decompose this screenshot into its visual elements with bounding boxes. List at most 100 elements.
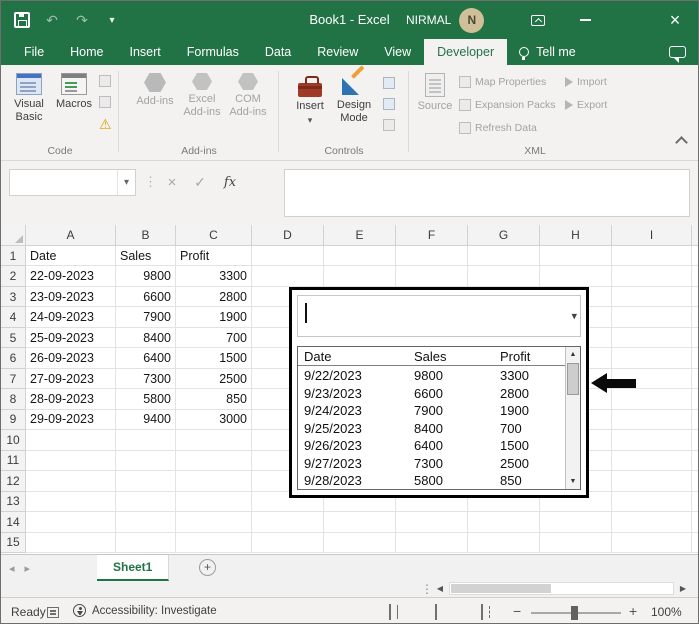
cell-C8[interactable]: 850 bbox=[176, 389, 252, 409]
scroll-left-button[interactable]: ◀ bbox=[433, 582, 447, 596]
cell-A4[interactable]: 24-09-2023 bbox=[26, 307, 116, 327]
cell-B5[interactable]: 8400 bbox=[116, 328, 176, 348]
row-header-3[interactable]: 3 bbox=[1, 287, 26, 307]
scrollbar-splitter[interactable]: ⋮ bbox=[421, 582, 433, 596]
cell-C10[interactable] bbox=[176, 430, 252, 450]
column-header-A[interactable]: A bbox=[26, 225, 116, 246]
cell-I2[interactable] bbox=[612, 266, 692, 286]
cell-B4[interactable]: 7900 bbox=[116, 307, 176, 327]
cell-H2[interactable] bbox=[540, 266, 612, 286]
cell-I1[interactable] bbox=[612, 246, 692, 266]
cell-B6[interactable]: 6400 bbox=[116, 348, 176, 368]
column-header-F[interactable]: F bbox=[396, 225, 468, 246]
cell-F15[interactable] bbox=[396, 533, 468, 553]
cell-I12[interactable] bbox=[612, 471, 692, 491]
column-header-I[interactable]: I bbox=[612, 225, 692, 246]
tab-home[interactable]: Home bbox=[57, 39, 116, 65]
enter-button[interactable]: ✓ bbox=[187, 169, 213, 196]
cell-A2[interactable]: 22-09-2023 bbox=[26, 266, 116, 286]
scroll-down-button[interactable]: ▼ bbox=[566, 474, 580, 489]
listbox-row[interactable]: 9/23/202366002800 bbox=[298, 385, 565, 403]
map-properties-button[interactable]: Map Properties bbox=[459, 73, 546, 91]
cell-I6[interactable] bbox=[612, 348, 692, 368]
row-header-6[interactable]: 6 bbox=[1, 348, 26, 368]
excel-add-ins-button[interactable]: Excel Add-ins bbox=[179, 69, 225, 149]
refresh-data-button[interactable]: Refresh Data bbox=[459, 119, 537, 137]
page-layout-view-button[interactable] bbox=[435, 605, 437, 619]
name-box-dropdown-icon[interactable]: ▾ bbox=[117, 170, 135, 195]
page-break-view-button[interactable] bbox=[481, 605, 483, 619]
cell-G15[interactable] bbox=[468, 533, 540, 553]
cell-C5[interactable]: 700 bbox=[176, 328, 252, 348]
cell-G1[interactable] bbox=[468, 246, 540, 266]
row-header-10[interactable]: 10 bbox=[1, 430, 26, 450]
run-dialog-icon[interactable] bbox=[383, 119, 395, 131]
name-box[interactable]: ▾ bbox=[9, 169, 136, 196]
zoom-level[interactable]: 100% bbox=[651, 605, 682, 619]
cell-H15[interactable] bbox=[540, 533, 612, 553]
cell-B13[interactable] bbox=[116, 492, 176, 512]
cell-I14[interactable] bbox=[612, 512, 692, 532]
cell-I10[interactable] bbox=[612, 430, 692, 450]
cell-A11[interactable] bbox=[26, 451, 116, 471]
zoom-in-button[interactable]: + bbox=[629, 603, 637, 619]
add-ins-button[interactable]: Add-ins bbox=[133, 69, 177, 149]
macros-button[interactable]: Macros bbox=[53, 69, 95, 149]
com-add-ins-button[interactable]: COM Add-ins bbox=[225, 69, 271, 149]
row-header-9[interactable]: 9 bbox=[1, 410, 26, 430]
ribbon-display-options-button[interactable] bbox=[522, 1, 554, 39]
cell-A12[interactable] bbox=[26, 471, 116, 491]
cell-E14[interactable] bbox=[324, 512, 396, 532]
cell-G14[interactable] bbox=[468, 512, 540, 532]
row-header-2[interactable]: 2 bbox=[1, 266, 26, 286]
cell-B14[interactable] bbox=[116, 512, 176, 532]
cell-A15[interactable] bbox=[26, 533, 116, 553]
tab-developer[interactable]: Developer bbox=[424, 39, 507, 65]
cancel-button[interactable]: × bbox=[159, 169, 185, 196]
cell-B8[interactable]: 5800 bbox=[116, 389, 176, 409]
cell-E1[interactable] bbox=[324, 246, 396, 266]
listbox-row[interactable]: 9/26/202364001500 bbox=[298, 437, 565, 455]
listbox-row[interactable]: 9/24/202379001900 bbox=[298, 402, 565, 420]
cell-C12[interactable] bbox=[176, 471, 252, 491]
cell-G2[interactable] bbox=[468, 266, 540, 286]
cell-A7[interactable]: 27-09-2023 bbox=[26, 369, 116, 389]
accessibility-checker[interactable]: Accessibility: Investigate bbox=[73, 604, 217, 617]
cell-C15[interactable] bbox=[176, 533, 252, 553]
cell-I15[interactable] bbox=[612, 533, 692, 553]
cell-H1[interactable] bbox=[540, 246, 612, 266]
scrollbar-thumb[interactable] bbox=[567, 363, 579, 395]
row-header-15[interactable]: 15 bbox=[1, 533, 26, 553]
cell-I9[interactable] bbox=[612, 410, 692, 430]
import-button[interactable]: Import bbox=[565, 73, 607, 91]
cell-B3[interactable]: 6600 bbox=[116, 287, 176, 307]
record-macro-status-icon[interactable] bbox=[47, 607, 59, 618]
formula-input[interactable] bbox=[284, 169, 690, 217]
cell-D2[interactable] bbox=[252, 266, 324, 286]
cell-I4[interactable] bbox=[612, 307, 692, 327]
close-button[interactable]: × bbox=[652, 1, 698, 39]
export-button[interactable]: Export bbox=[565, 96, 607, 114]
cell-B7[interactable]: 7300 bbox=[116, 369, 176, 389]
tab-file[interactable]: File bbox=[11, 39, 57, 65]
properties-icon[interactable] bbox=[383, 77, 395, 89]
sheet-nav-right-icon[interactable]: ▸ bbox=[25, 562, 31, 575]
cell-E15[interactable] bbox=[324, 533, 396, 553]
cell-I3[interactable] bbox=[612, 287, 692, 307]
cell-C6[interactable]: 1500 bbox=[176, 348, 252, 368]
collapse-ribbon-button[interactable] bbox=[677, 134, 686, 152]
row-header-11[interactable]: 11 bbox=[1, 451, 26, 471]
row-header-8[interactable]: 8 bbox=[1, 389, 26, 409]
column-header-E[interactable]: E bbox=[324, 225, 396, 246]
relative-references-icon[interactable] bbox=[99, 96, 111, 108]
zoom-slider[interactable] bbox=[531, 612, 621, 614]
expansion-packs-button[interactable]: Expansion Packs bbox=[459, 96, 556, 114]
horizontal-scrollbar[interactable]: ◀ ▶ bbox=[433, 581, 690, 596]
scrollbar-track[interactable] bbox=[449, 582, 674, 595]
row-header-12[interactable]: 12 bbox=[1, 471, 26, 491]
cell-H14[interactable] bbox=[540, 512, 612, 532]
source-button[interactable]: Source bbox=[415, 69, 455, 149]
list-box[interactable]: DateSalesProfit 9/22/2023980033009/23/20… bbox=[297, 346, 581, 490]
column-header-D[interactable]: D bbox=[252, 225, 324, 246]
cell-B15[interactable] bbox=[116, 533, 176, 553]
